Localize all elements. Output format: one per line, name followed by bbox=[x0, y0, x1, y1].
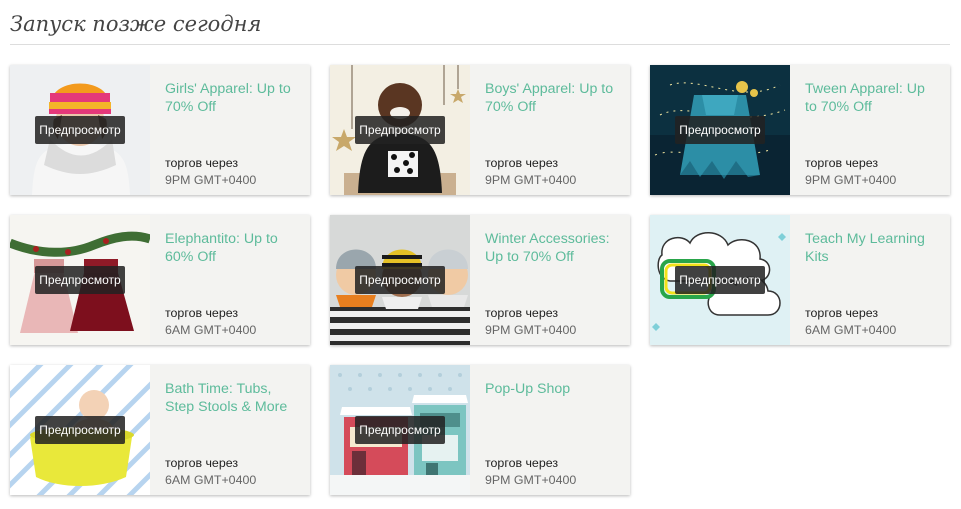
sale-card-tween-apparel[interactable]: Предпросмотр Tween Apparel: Up to 70% Of… bbox=[650, 65, 950, 195]
dresses-garland-photo[interactable]: Предпросмотр bbox=[10, 215, 150, 345]
sale-card-boys-apparel[interactable]: Предпросмотр Boys' Apparel: Up to 70% Of… bbox=[330, 65, 630, 195]
card-title-link[interactable]: Elephantito: Up to 60% Off bbox=[165, 230, 300, 266]
ends-label: торгов через bbox=[165, 306, 239, 320]
learning-kit-cloud-photo[interactable]: Предпросмотр bbox=[650, 215, 790, 345]
card-title-link[interactable]: Bath Time: Tubs, Step Stools & More bbox=[165, 380, 300, 416]
preview-button[interactable]: Предпросмотр bbox=[675, 116, 765, 144]
sale-card-winter-accessories[interactable]: Предпросмотр Winter Accessories: Up to 7… bbox=[330, 215, 630, 345]
card-title-link[interactable]: Boys' Apparel: Up to 70% Off bbox=[485, 80, 620, 116]
sale-card-bath-time[interactable]: Предпросмотр Bath Time: Tubs, Step Stool… bbox=[10, 365, 310, 495]
ends-label: торгов через bbox=[485, 306, 559, 320]
preview-button[interactable]: Предпросмотр bbox=[675, 266, 765, 294]
preview-button[interactable]: Предпросмотр bbox=[355, 266, 445, 294]
ends-time: 6AM GMT+0400 bbox=[805, 323, 897, 337]
ends-label: торгов через bbox=[165, 156, 239, 170]
ends-time: 6AM GMT+0400 bbox=[165, 323, 257, 337]
preview-button[interactable]: Предпросмотр bbox=[355, 116, 445, 144]
dress-with-lights-photo[interactable]: Предпросмотр bbox=[650, 65, 790, 195]
preview-button[interactable]: Предпросмотр bbox=[355, 416, 445, 444]
boy-with-gift-photo[interactable]: Предпросмотр bbox=[330, 65, 470, 195]
kids-in-hats-photo[interactable]: Предпросмотр bbox=[330, 215, 470, 345]
ends-label: торгов через bbox=[485, 156, 559, 170]
ends-time: 9PM GMT+0400 bbox=[165, 173, 257, 187]
sale-card-elephantito[interactable]: Предпросмотр Elephantito: Up to 60% Off … bbox=[10, 215, 310, 345]
card-title-link[interactable]: Pop-Up Shop bbox=[485, 380, 620, 398]
ends-label: торгов через bbox=[165, 456, 239, 470]
section-title: Запуск позже сегодня bbox=[10, 12, 262, 36]
preview-button[interactable]: Предпросмотр bbox=[35, 116, 125, 144]
sale-card-girls-apparel[interactable]: Предпросмотр Girls' Apparel: Up to 70% O… bbox=[10, 65, 310, 195]
card-title-link[interactable]: Winter Accessories: Up to 70% Off bbox=[485, 230, 620, 266]
ends-label: торгов через bbox=[485, 456, 559, 470]
ends-label: торгов через bbox=[805, 306, 879, 320]
card-title-link[interactable]: Tween Apparel: Up to 70% Off bbox=[805, 80, 940, 116]
shop-storefront-photo[interactable]: Предпросмотр bbox=[330, 365, 470, 495]
sale-card-learning-kits[interactable]: Предпросмотр Teach My Learning Kits торг… bbox=[650, 215, 950, 345]
sale-card-pop-up-shop[interactable]: Предпросмотр Pop-Up Shop торгов через 9P… bbox=[330, 365, 630, 495]
girl-in-hat-photo[interactable]: Предпросмотр bbox=[10, 65, 150, 195]
section-divider bbox=[10, 44, 950, 45]
baby-bath-photo[interactable]: Предпросмотр bbox=[10, 365, 150, 495]
preview-button[interactable]: Предпросмотр bbox=[35, 416, 125, 444]
card-title-link[interactable]: Girls' Apparel: Up to 70% Off bbox=[165, 80, 300, 116]
ends-time: 9PM GMT+0400 bbox=[805, 173, 897, 187]
preview-button[interactable]: Предпросмотр bbox=[35, 266, 125, 294]
ends-time: 9PM GMT+0400 bbox=[485, 323, 577, 337]
ends-time: 6AM GMT+0400 bbox=[165, 473, 257, 487]
ends-label: торгов через bbox=[805, 156, 879, 170]
ends-time: 9PM GMT+0400 bbox=[485, 173, 577, 187]
card-title-link[interactable]: Teach My Learning Kits bbox=[805, 230, 940, 266]
ends-time: 9PM GMT+0400 bbox=[485, 473, 577, 487]
